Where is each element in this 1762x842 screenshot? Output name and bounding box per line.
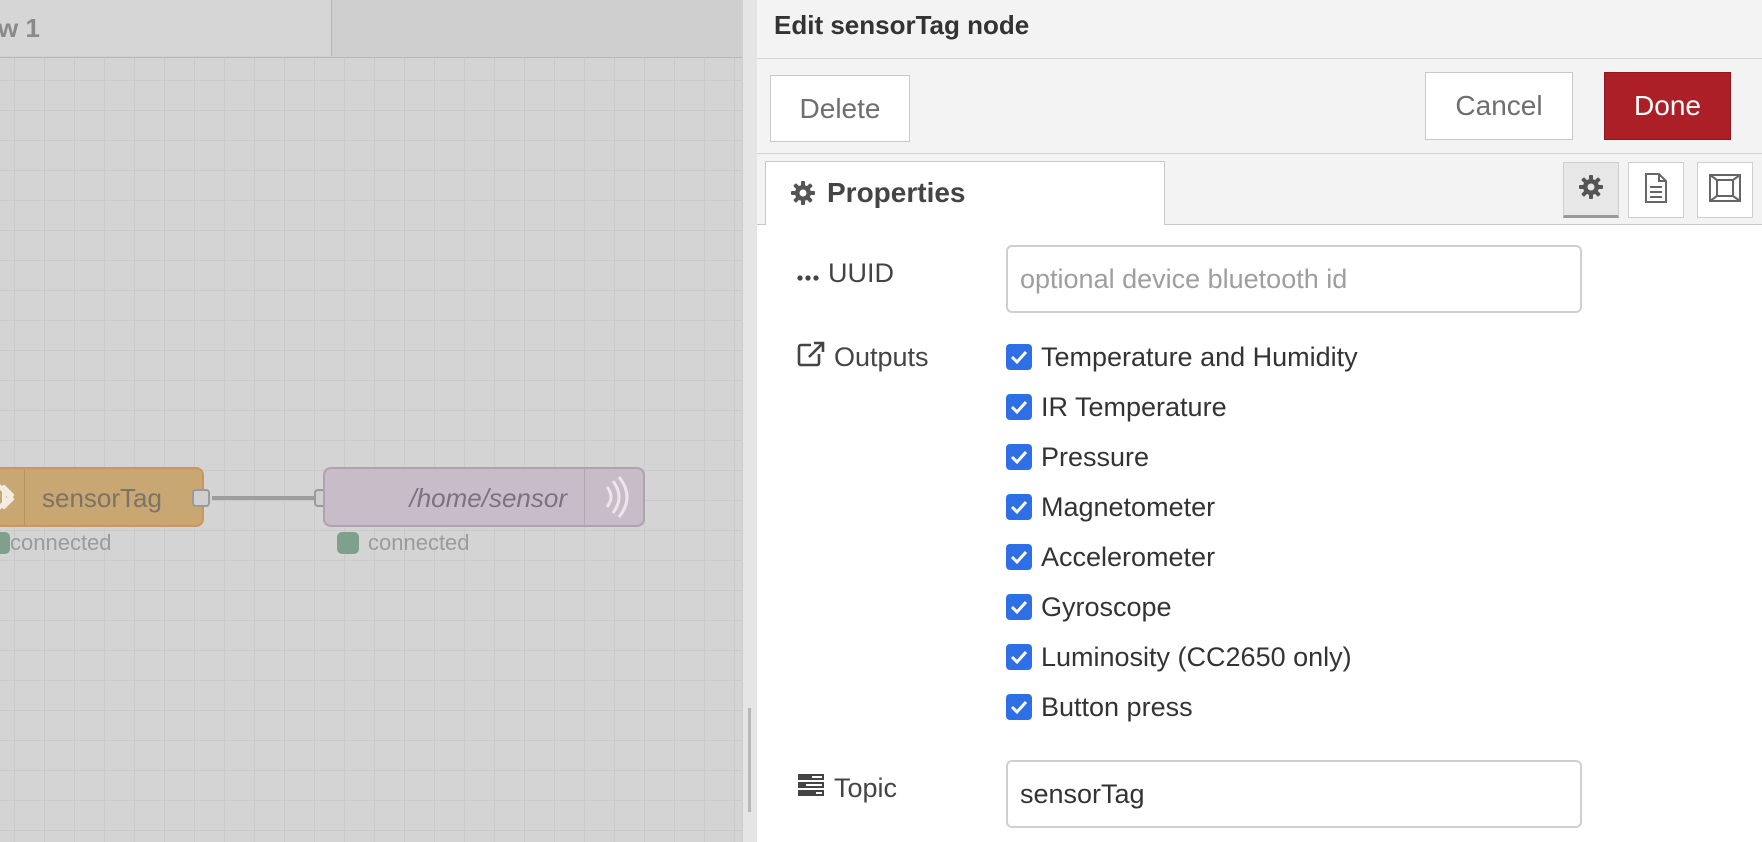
broadcast-icon (584, 469, 643, 525)
uuid-label-text: UUID (828, 258, 894, 288)
tab-flow-1[interactable]: w 1 (0, 0, 332, 56)
edit-tray: Edit sensorTag node Delete Cancel Done P… (757, 0, 1762, 842)
checkbox-checked-icon[interactable] (1006, 544, 1032, 570)
topic-label-text: Topic (834, 773, 898, 803)
output-option-label: IR Temperature (1041, 391, 1227, 422)
output-option-label: Pressure (1041, 441, 1150, 472)
sensortag-status-dot (0, 532, 10, 554)
tray-toolbar: Delete Cancel Done (757, 59, 1762, 154)
sensortag-node[interactable]: sensorTag (0, 467, 204, 527)
output-option-button-press[interactable]: Button press (1006, 691, 1193, 723)
document-icon (1644, 172, 1668, 208)
ellipsis-icon (797, 258, 819, 289)
tray-header: Edit sensorTag node (757, 0, 1762, 59)
output-option-label: Gyroscope (1041, 591, 1172, 622)
output-option-luminosity[interactable]: Luminosity (CC2650 only) (1006, 641, 1352, 673)
mqtt-out-node[interactable]: /home/sensor (323, 467, 645, 527)
tasks-list-icon (797, 773, 825, 804)
node-description-tab[interactable] (1628, 162, 1684, 218)
mqtt-status-text: connected (368, 530, 470, 555)
output-option-label: Button press (1041, 691, 1193, 722)
output-option-ir-temperature[interactable]: IR Temperature (1006, 391, 1227, 423)
output-option-label: Accelerometer (1041, 541, 1216, 572)
sensortag-node-label: sensorTag (42, 483, 162, 513)
tray-title: Edit sensorTag node (774, 10, 1030, 40)
mqtt-node-label: /home/sensor (409, 483, 567, 513)
delete-button[interactable]: Delete (770, 75, 910, 142)
done-button[interactable]: Done (1604, 72, 1731, 140)
checkbox-checked-icon[interactable] (1006, 594, 1032, 620)
flow-workspace[interactable]: w 1 sensorTag connected /home/sensor con… (0, 0, 742, 842)
flow-wire[interactable] (212, 496, 324, 500)
checkbox-checked-icon[interactable] (1006, 444, 1032, 470)
mqtt-status-dot (337, 532, 359, 554)
tab-flow-label: w 1 (0, 13, 40, 43)
outputs-label: Outputs (797, 341, 929, 374)
gear-icon (790, 180, 816, 206)
checkbox-checked-icon[interactable] (1006, 644, 1032, 670)
node-settings-tab[interactable] (1563, 162, 1619, 218)
tray-splitter[interactable] (742, 0, 758, 842)
uuid-label: UUID (797, 258, 894, 289)
workspace-tab-bar: w 1 (0, 0, 742, 58)
output-option-temperature-humidity[interactable]: Temperature and Humidity (1006, 341, 1358, 373)
checkbox-checked-icon[interactable] (1006, 344, 1032, 370)
gear-icon (1578, 174, 1604, 205)
uuid-input[interactable] (1006, 245, 1582, 313)
checkbox-checked-icon[interactable] (1006, 394, 1032, 420)
tab-properties[interactable]: Properties (765, 161, 1165, 225)
cancel-button[interactable]: Cancel (1425, 72, 1573, 140)
checkbox-checked-icon[interactable] (1006, 494, 1032, 520)
sensortag-output-port[interactable] (192, 489, 210, 507)
bluetooth-icon (0, 469, 25, 525)
output-option-pressure[interactable]: Pressure (1006, 441, 1149, 473)
outputs-label-text: Outputs (834, 342, 929, 372)
tray-tab-strip: Properties (757, 154, 1762, 225)
output-option-label: Luminosity (CC2650 only) (1041, 641, 1352, 672)
splitter-grip[interactable] (748, 708, 751, 812)
node-appearance-tab[interactable] (1697, 162, 1753, 218)
properties-form: UUID Outputs Temperature and Humidity IR… (757, 224, 1762, 842)
sensortag-status-text: connected (10, 530, 112, 555)
output-option-accelerometer[interactable]: Accelerometer (1006, 541, 1215, 573)
output-option-label: Temperature and Humidity (1041, 341, 1358, 372)
output-option-gyroscope[interactable]: Gyroscope (1006, 591, 1172, 623)
checkbox-checked-icon[interactable] (1006, 694, 1032, 720)
external-link-icon (797, 341, 825, 374)
appearance-frame-icon (1709, 173, 1741, 207)
output-option-label: Magnetometer (1041, 491, 1216, 522)
tab-properties-label: Properties (827, 177, 966, 208)
topic-label: Topic (797, 773, 897, 804)
output-option-magnetometer[interactable]: Magnetometer (1006, 491, 1215, 523)
topic-input[interactable] (1006, 760, 1582, 828)
